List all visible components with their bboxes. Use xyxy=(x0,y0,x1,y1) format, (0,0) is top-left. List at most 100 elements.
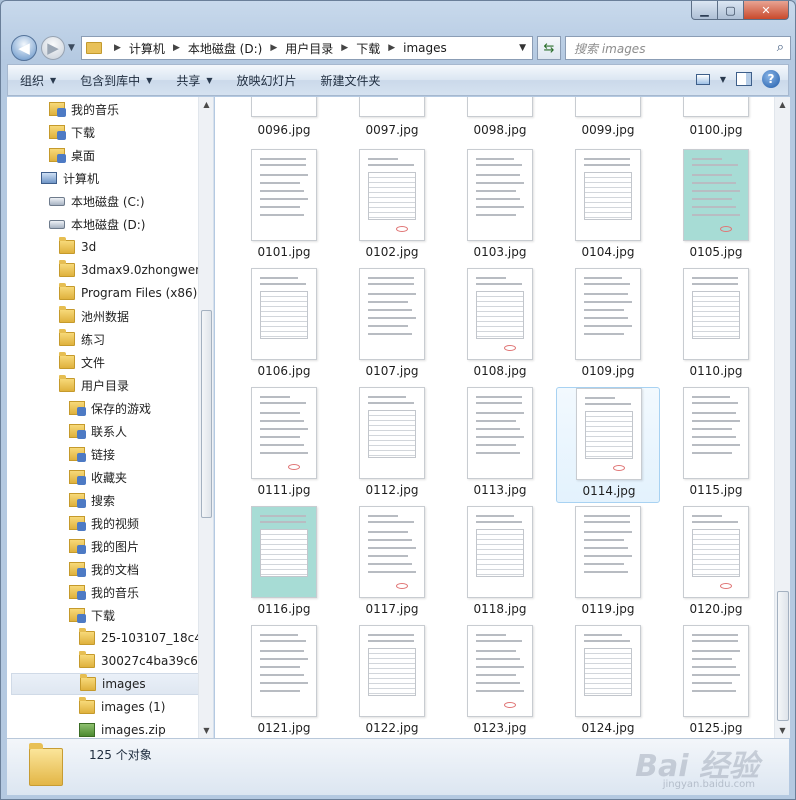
nav-tree-item[interactable]: Program Files (x86) xyxy=(7,282,197,304)
nav-tree-item-label: 收藏夹 xyxy=(91,470,128,485)
nav-tree-item[interactable]: images xyxy=(11,673,199,695)
file-list-scrollbar[interactable]: ▲ ▼ xyxy=(774,97,790,738)
file-item[interactable]: 0115.jpg xyxy=(664,387,768,503)
file-item[interactable]: 0108.jpg xyxy=(448,268,552,384)
include-in-library-menu[interactable]: 包含到库中 ▼ xyxy=(68,65,164,95)
file-item[interactable]: 0124.jpg xyxy=(556,625,660,738)
nav-tree-item[interactable]: 我的视频 xyxy=(7,512,195,534)
address-dropdown-icon[interactable]: ▼ xyxy=(519,43,526,53)
search-input[interactable]: 搜索 images ⌕ xyxy=(565,36,791,60)
nav-tree-item[interactable]: images.zip xyxy=(7,719,195,738)
file-name: 0121.jpg xyxy=(257,721,311,735)
scroll-down-icon[interactable]: ▼ xyxy=(199,723,213,738)
file-item[interactable]: 0119.jpg xyxy=(556,506,660,622)
file-item[interactable]: 0114.jpg xyxy=(556,387,660,503)
file-name: 0098.jpg xyxy=(473,123,527,137)
view-options-dropdown-icon[interactable]: ▼ xyxy=(720,75,726,84)
file-item[interactable]: 0104.jpg xyxy=(556,149,660,265)
breadcrumb-drive-d[interactable]: 本地磁盘 (D:) xyxy=(188,40,262,57)
breadcrumb-user-dir[interactable]: 用户目录 xyxy=(285,40,333,57)
file-item[interactable]: 0105.jpg xyxy=(664,149,768,265)
nav-tree-item[interactable]: images (1) xyxy=(7,696,195,718)
nav-tree-item[interactable]: 下载 xyxy=(7,604,195,626)
file-item[interactable]: 0110.jpg xyxy=(664,268,768,384)
nav-tree-item[interactable]: 用户目录 xyxy=(7,374,195,396)
file-item[interactable]: 0120.jpg xyxy=(664,506,768,622)
nav-tree-item[interactable]: 3d xyxy=(7,236,195,258)
file-item[interactable]: 0116.jpg xyxy=(232,506,336,622)
new-folder-button[interactable]: 新建文件夹 xyxy=(309,65,393,95)
file-name: 0101.jpg xyxy=(257,245,311,259)
search-icon[interactable]: ⌕ xyxy=(777,40,784,55)
forward-button[interactable]: ▶ xyxy=(41,36,65,60)
scroll-down-icon[interactable]: ▼ xyxy=(775,723,790,738)
nav-tree-item[interactable]: 池州数据 xyxy=(7,305,195,327)
breadcrumb-images[interactable]: images xyxy=(403,41,447,55)
file-item[interactable]: 0112.jpg xyxy=(340,387,444,503)
breadcrumb-computer[interactable]: 计算机 xyxy=(129,40,165,57)
file-item[interactable]: 0103.jpg xyxy=(448,149,552,265)
file-item[interactable]: 0101.jpg xyxy=(232,149,336,265)
back-button[interactable]: ◀ xyxy=(11,35,37,61)
breadcrumb-separator[interactable]: ▶ xyxy=(173,43,180,53)
file-item[interactable]: 0106.jpg xyxy=(232,268,336,384)
nav-tree-item[interactable]: 联系人 xyxy=(7,420,195,442)
nav-tree-item[interactable]: 本地磁盘 (D:) xyxy=(7,213,195,235)
navigation-pane-scrollbar[interactable]: ▲ ▼ xyxy=(198,97,213,738)
nav-tree-item[interactable]: 25-103107_18c4e xyxy=(7,627,199,649)
preview-pane-icon[interactable] xyxy=(736,72,752,86)
file-item[interactable]: 0113.jpg xyxy=(448,387,552,503)
nav-tree-item[interactable]: 我的音乐 xyxy=(7,98,195,120)
file-item[interactable]: 0102.jpg xyxy=(340,149,444,265)
nav-tree-item[interactable]: 3dmax9.0zhongwen xyxy=(7,259,199,281)
file-item[interactable]: 0109.jpg xyxy=(556,268,660,384)
file-item[interactable]: 0125.jpg xyxy=(664,625,768,738)
share-menu[interactable]: 共享 ▼ xyxy=(164,65,224,95)
file-item[interactable]: 0122.jpg xyxy=(340,625,444,738)
breadcrumb-separator[interactable]: ▶ xyxy=(114,43,121,53)
document-thumbnail xyxy=(683,97,749,117)
nav-tree-item-label: 联系人 xyxy=(91,424,128,439)
nav-tree-item[interactable]: 链接 xyxy=(7,443,195,465)
breadcrumb-separator[interactable]: ▶ xyxy=(270,43,277,53)
refresh-button[interactable]: ⇆ xyxy=(537,36,561,60)
scrollbar-thumb[interactable] xyxy=(777,591,789,721)
nav-tree-item[interactable]: 练习 xyxy=(7,328,195,350)
breadcrumb-separator[interactable]: ▶ xyxy=(388,43,395,53)
nav-tree-item[interactable]: 我的音乐 xyxy=(7,581,195,603)
scrollbar-thumb[interactable] xyxy=(201,310,212,518)
scroll-up-icon[interactable]: ▲ xyxy=(199,97,213,112)
file-name: 0114.jpg xyxy=(582,484,636,498)
nav-tree-item[interactable]: 我的图片 xyxy=(7,535,195,557)
scroll-up-icon[interactable]: ▲ xyxy=(775,97,790,112)
change-view-icon[interactable] xyxy=(695,73,710,85)
close-button[interactable]: ✕ xyxy=(744,1,789,20)
file-item[interactable]: 0118.jpg xyxy=(448,506,552,622)
organize-menu[interactable]: 组织 ▼ xyxy=(8,65,68,95)
minimize-button[interactable]: ▁ xyxy=(691,1,718,20)
address-bar[interactable]: ▶ 计算机 ▶ 本地磁盘 (D:) ▶ 用户目录 ▶ 下载 ▶ images ▼ xyxy=(81,36,533,60)
file-item[interactable]: 0107.jpg xyxy=(340,268,444,384)
help-icon[interactable]: ? xyxy=(762,70,780,88)
nav-tree-item[interactable]: 本地磁盘 (C:) xyxy=(7,190,195,212)
nav-tree-item[interactable]: 搜索 xyxy=(7,489,195,511)
nav-tree-item[interactable]: 计算机 xyxy=(7,167,195,189)
breadcrumb-downloads[interactable]: 下载 xyxy=(356,40,380,57)
search-placeholder: 搜索 images xyxy=(574,41,646,56)
nav-tree-item[interactable]: 我的文档 xyxy=(7,558,195,580)
slideshow-button[interactable]: 放映幻灯片 xyxy=(225,65,309,95)
file-item[interactable]: 0121.jpg xyxy=(232,625,336,738)
breadcrumb-separator[interactable]: ▶ xyxy=(341,43,348,53)
nav-tree-item[interactable]: 桌面 xyxy=(7,144,195,166)
nav-tree-item[interactable]: 收藏夹 xyxy=(7,466,195,488)
nav-tree-item[interactable]: 文件 xyxy=(7,351,195,373)
recent-pages-dropdown[interactable]: ▼ xyxy=(68,43,75,53)
file-item[interactable]: 0111.jpg xyxy=(232,387,336,503)
maximize-button[interactable]: ▢ xyxy=(718,1,744,20)
nav-tree-item[interactable]: 30027c4ba39c6a xyxy=(7,650,199,672)
nav-tree-item-label: 我的视频 xyxy=(91,516,140,531)
nav-tree-item[interactable]: 保存的游戏 xyxy=(7,397,195,419)
nav-tree-item[interactable]: 下载 xyxy=(7,121,195,143)
file-item[interactable]: 0117.jpg xyxy=(340,506,444,622)
file-item[interactable]: 0123.jpg xyxy=(448,625,552,738)
